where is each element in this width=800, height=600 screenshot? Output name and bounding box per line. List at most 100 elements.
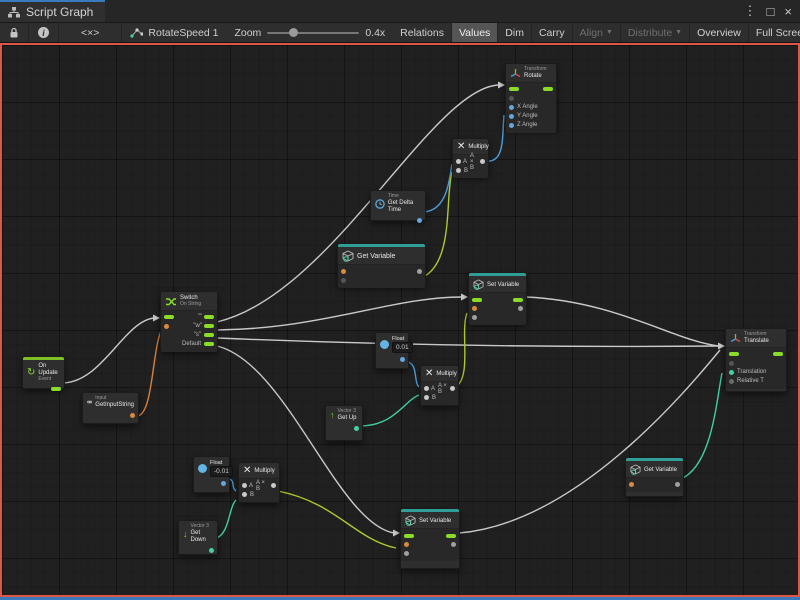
node-multiply-bot[interactable]: ✕ Multiply A A × B B	[238, 462, 280, 503]
lock-button[interactable]	[0, 23, 29, 42]
flow-in-port[interactable]	[472, 298, 482, 302]
vector-out-port[interactable]	[354, 426, 359, 431]
info-button[interactable]: i	[29, 23, 59, 42]
target-in-port[interactable]	[509, 96, 514, 101]
flow-in-port[interactable]	[509, 87, 519, 91]
y-angle-port[interactable]	[509, 114, 514, 119]
tab-script-graph[interactable]: Script Graph	[0, 0, 105, 22]
value-in-port[interactable]	[404, 551, 409, 556]
flow-arrowhead	[393, 530, 400, 537]
b-in-port[interactable]	[456, 168, 461, 173]
float-icon	[380, 340, 389, 349]
node-title: Get Down	[191, 530, 214, 544]
values-button[interactable]: Values	[452, 23, 498, 42]
wire-switch-setvarbot	[217, 346, 394, 533]
node-rotate[interactable]: Transform Rotate X Angle Y Angle Z Angle	[505, 63, 557, 129]
graph-breadcrumb[interactable]: RotateSpeed 1	[122, 23, 226, 42]
value-in-port[interactable]	[472, 315, 477, 320]
flow-out-port[interactable]	[773, 352, 783, 356]
flow-in-port[interactable]	[404, 534, 414, 538]
node-on-update[interactable]: ↻ On Update Event	[22, 356, 65, 389]
float-out-port[interactable]	[400, 357, 405, 362]
variable-icon	[405, 515, 416, 526]
name-in-port[interactable]	[472, 306, 477, 311]
zoom-slider[interactable]	[267, 32, 359, 34]
node-float-top[interactable]: Float 0.01	[375, 332, 409, 369]
node-multiply-mid[interactable]: ✕ Multiply A A × B B	[420, 365, 459, 406]
node-get-delta-time[interactable]: Time Get Delta Time	[370, 190, 426, 221]
flow-in-port[interactable]	[729, 352, 739, 356]
string-out-port[interactable]	[130, 413, 135, 418]
distribute-dropdown[interactable]: Distribute ▼	[621, 23, 690, 42]
node-switch-on-string[interactable]: Switch On String "" "w" "s" Default	[160, 291, 218, 352]
window-maximize-icon[interactable]: □	[767, 4, 775, 19]
a-label: A	[463, 159, 467, 165]
fullscreen-button[interactable]: Full Screen	[749, 23, 800, 42]
value-out-port[interactable]	[675, 482, 680, 487]
node-set-variable-bot[interactable]: Set Variable	[400, 508, 460, 569]
value-out-port[interactable]	[518, 306, 523, 311]
name-in-port[interactable]	[404, 542, 409, 547]
value-inspection-button[interactable]: <×>	[59, 23, 122, 42]
chevron-down-icon: ▼	[675, 29, 682, 36]
product-out-port[interactable]	[450, 386, 455, 391]
name-in-port[interactable]	[629, 482, 634, 487]
node-title: Get Variable	[357, 253, 395, 260]
relative-to-port[interactable]	[729, 379, 734, 384]
flow-out-port[interactable]	[543, 87, 553, 91]
align-dropdown[interactable]: Align ▼	[573, 23, 621, 42]
flow-out-port[interactable]	[446, 534, 456, 538]
flow-arrowhead	[498, 82, 505, 89]
relations-button[interactable]: Relations	[393, 23, 452, 42]
a-in-port[interactable]	[456, 159, 461, 164]
node-translate[interactable]: Transform Translate Translation Relative…	[725, 328, 787, 392]
case-out-port[interactable]	[204, 315, 214, 319]
node-get-down[interactable]: ↓ Vector 3 Get Down	[178, 520, 218, 555]
port-label: Translation	[737, 369, 766, 375]
selector-in-port[interactable]	[164, 324, 169, 329]
flow-out-port[interactable]	[513, 298, 523, 302]
translation-in-port[interactable]	[729, 370, 734, 375]
x-angle-port[interactable]	[509, 105, 514, 110]
flow-in-port[interactable]	[164, 315, 174, 319]
float-value-field[interactable]: 0.01	[392, 342, 413, 353]
fallback-in-port[interactable]	[341, 278, 346, 283]
vector-out-port[interactable]	[209, 548, 214, 553]
default-out-port[interactable]	[204, 342, 214, 346]
overview-button[interactable]: Overview	[690, 23, 749, 42]
case-out-port[interactable]	[204, 333, 214, 337]
node-get-up[interactable]: ↑ Vector 3 Get Up	[325, 405, 363, 441]
node-get-input-string[interactable]: Input GetInputString	[82, 392, 139, 424]
node-float-bot[interactable]: Float -0.01	[193, 456, 230, 493]
node-set-variable-mid[interactable]: Set Variable	[468, 272, 527, 324]
b-in-port[interactable]	[242, 492, 247, 497]
z-angle-port[interactable]	[509, 123, 514, 128]
carry-button[interactable]: Carry	[532, 23, 573, 42]
b-in-port[interactable]	[424, 395, 429, 400]
window-menu-icon[interactable]: ⋮	[744, 3, 757, 19]
a-in-port[interactable]	[424, 386, 429, 391]
product-out-port[interactable]	[271, 483, 276, 488]
target-in-port[interactable]	[729, 361, 734, 366]
node-get-variable-mid[interactable]: Get Variable	[337, 243, 426, 286]
zoom-slider-handle[interactable]	[289, 28, 298, 37]
float-out-port[interactable]	[221, 481, 226, 486]
node-title: Multiply	[254, 468, 274, 474]
case-out-port[interactable]	[204, 324, 214, 328]
name-in-port[interactable]	[341, 269, 346, 274]
dim-button[interactable]: Dim	[498, 23, 532, 42]
flow-out-port[interactable]	[51, 387, 61, 391]
variable-icon	[473, 279, 484, 290]
value-out-port[interactable]	[417, 269, 422, 274]
product-out-port[interactable]	[480, 159, 485, 164]
a-label: A	[431, 386, 435, 392]
window-close-icon[interactable]: ×	[784, 4, 792, 19]
code-icon: <×>	[81, 27, 99, 39]
float-out-port[interactable]	[417, 218, 422, 223]
node-get-variable-bot[interactable]: Get Variable	[625, 457, 684, 497]
node-multiply-top[interactable]: ✕ Multiply A A × B B	[452, 138, 489, 176]
a-in-port[interactable]	[242, 483, 247, 488]
value-out-port[interactable]	[451, 542, 456, 547]
float-value-field[interactable]: -0.01	[210, 466, 233, 477]
graph-canvas[interactable]: ↻ On Update Event Input GetInputString	[0, 43, 800, 597]
